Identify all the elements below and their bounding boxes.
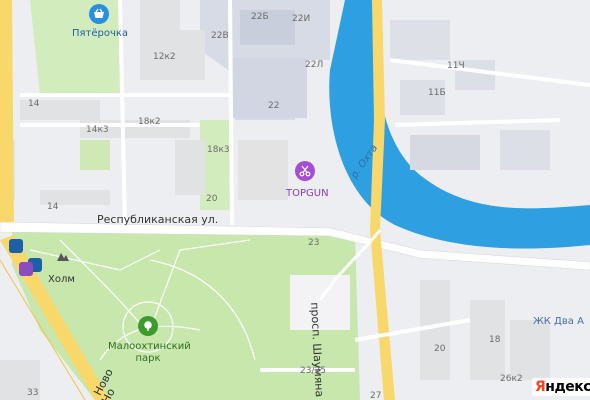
main-road <box>0 0 14 230</box>
house-number: 22И <box>292 14 311 24</box>
house-number: 33 <box>27 388 39 398</box>
house-number: 14 <box>28 99 40 109</box>
scissors-icon[interactable] <box>295 161 315 181</box>
park-label-line1: Малоохтинский <box>108 341 191 352</box>
building <box>410 135 480 170</box>
house-number: 22Б <box>251 12 269 22</box>
house-number: 22В <box>211 31 229 41</box>
house-number: 18 <box>489 335 501 345</box>
yandex-logo[interactable]: Яндекс <box>532 378 590 396</box>
house-number: 12к2 <box>153 52 176 62</box>
house-number: 26к2 <box>500 374 523 384</box>
poi-label-pyaterochka[interactable]: Пятёрочка <box>72 29 128 39</box>
building <box>390 20 450 60</box>
house-number: 14к3 <box>86 125 109 135</box>
house-number: 22Л <box>305 60 324 70</box>
house-number: 20 <box>434 344 446 354</box>
tree-icon[interactable] <box>138 316 158 336</box>
yandex-logo-text: Яндекс <box>535 379 590 395</box>
house-number: 27 <box>370 391 382 400</box>
house-number: 18к3 <box>207 145 230 155</box>
building <box>140 0 180 80</box>
street-label-respublikanskaya: Республиканская ул. <box>97 213 219 226</box>
house-number: 18к2 <box>138 117 161 127</box>
map-base-layer <box>0 0 590 400</box>
house-number: 23 <box>308 238 320 248</box>
house-number: 11Ч <box>447 61 465 71</box>
hill-icon <box>57 253 69 261</box>
poi-label-zhk[interactable]: ЖК Два А <box>533 317 584 327</box>
house-number: 23/25 <box>300 366 326 376</box>
building <box>500 130 550 170</box>
park-label-line2: парк <box>135 352 161 364</box>
house-number: 20 <box>206 194 218 204</box>
building <box>175 30 205 80</box>
house-number: 22 <box>268 101 280 111</box>
poi-label-holm[interactable]: Холм <box>48 275 75 285</box>
metro-station-icon[interactable] <box>19 262 33 276</box>
map-view[interactable]: Республиканская ул. просп. Шаумяна Ново … <box>0 0 590 400</box>
house-number: 14 <box>47 202 59 212</box>
shopping-basket-icon[interactable] <box>89 4 109 24</box>
building <box>420 280 450 380</box>
building <box>175 140 205 195</box>
building <box>238 140 288 200</box>
green-strip <box>80 140 110 170</box>
building <box>510 320 550 380</box>
scissors-icon-glyph <box>299 165 311 177</box>
park-label[interactable]: Малоохтинский парк <box>108 341 191 364</box>
tree-icon-glyph <box>144 321 152 331</box>
house-number: 11Б <box>428 88 446 98</box>
shopping-basket-icon-glyph <box>94 8 104 18</box>
metro-station-icon[interactable] <box>9 239 23 253</box>
poi-label-topgun[interactable]: TOPGUN <box>286 189 329 199</box>
